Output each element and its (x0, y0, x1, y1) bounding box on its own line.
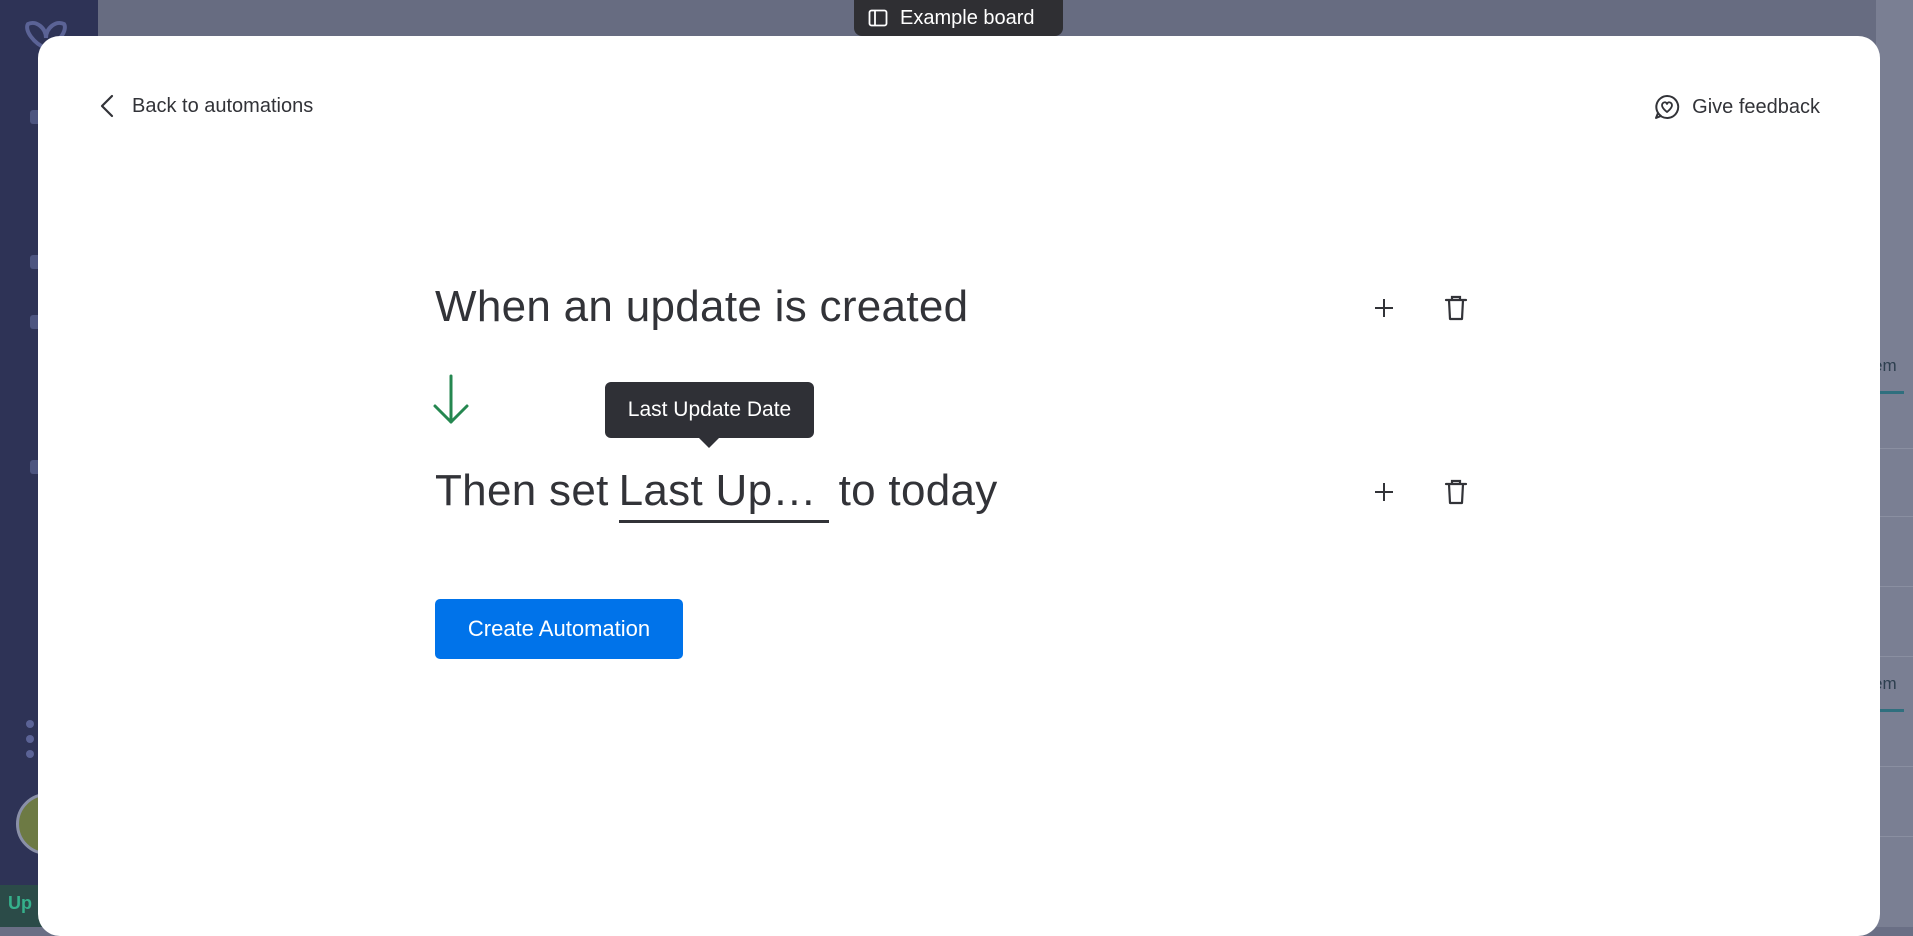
column-field-selector[interactable]: Last Upd… (618, 466, 829, 523)
divider (1876, 448, 1913, 449)
back-link-label: Back to automations (132, 94, 314, 117)
action-suffix: to today (838, 466, 998, 515)
back-to-automations-link[interactable]: Back to automations (100, 94, 313, 118)
board-name-pill[interactable]: Example board (854, 0, 1063, 36)
trash-icon (1444, 479, 1468, 505)
add-condition-button[interactable] (1368, 292, 1400, 324)
divider (1876, 836, 1913, 837)
feedback-label: Give feedback (1692, 95, 1820, 118)
background-tab-underline (1876, 391, 1904, 394)
plus-icon (1375, 483, 1393, 501)
divider (1876, 766, 1913, 767)
trigger-sentence[interactable]: When an update is created (435, 282, 968, 332)
feedback-heart-icon (1655, 94, 1680, 119)
divider (1876, 656, 1913, 657)
sidebar-panel-icon (868, 9, 888, 27)
plus-icon (1375, 299, 1393, 317)
automation-builder-modal: Back to automations Give feedback When a… (38, 36, 1880, 936)
column-name-tooltip: Last Update Date (605, 382, 814, 448)
background-tab-underline (1876, 709, 1904, 712)
action-prefix: Then set (435, 466, 609, 515)
apps-icon (26, 720, 34, 765)
delete-action-button[interactable] (1440, 476, 1472, 508)
action-sentence: Then set Last Upd… to today (435, 466, 998, 523)
chevron-left-icon (100, 94, 114, 118)
arrow-down-icon (433, 374, 469, 424)
divider (1876, 516, 1913, 517)
background-right-panel (1876, 0, 1913, 927)
create-automation-button[interactable]: Create Automation (435, 599, 683, 659)
divider (1876, 586, 1913, 587)
give-feedback-button[interactable]: Give feedback (1654, 94, 1820, 120)
board-name-label: Example board (900, 6, 1035, 29)
delete-trigger-button[interactable] (1440, 292, 1472, 324)
add-action-button[interactable] (1368, 476, 1400, 508)
trash-icon (1444, 295, 1468, 321)
